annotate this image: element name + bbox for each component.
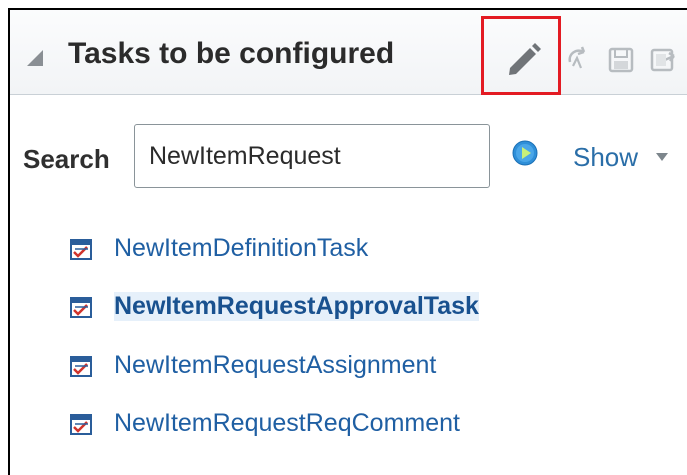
task-form-icon — [70, 239, 92, 260]
edit-highlight-box — [481, 16, 561, 95]
task-label: NewItemRequestAssignment — [114, 351, 437, 379]
search-input[interactable] — [134, 124, 490, 188]
task-label: NewItemDefinitionTask — [114, 234, 369, 262]
task-label: NewItemRequestReqComment — [114, 409, 460, 437]
search-label: Search — [23, 144, 110, 174]
collapse-triangle-icon[interactable] — [25, 48, 45, 68]
task-label: NewItemRequestApprovalTask — [114, 292, 479, 321]
task-form-icon — [70, 414, 92, 435]
export-icon[interactable] — [650, 46, 680, 74]
chevron-down-icon[interactable] — [655, 152, 669, 162]
panel-header: Tasks to be configured — [10, 10, 687, 95]
tasks-panel: Tasks to be configured Search Show — [8, 8, 687, 475]
go-search-icon[interactable] — [512, 140, 538, 166]
undo-icon[interactable] — [564, 44, 592, 72]
show-menu[interactable]: Show — [573, 142, 638, 173]
panel-title: Tasks to be configured — [68, 37, 395, 70]
save-icon[interactable] — [607, 46, 635, 74]
task-form-icon — [70, 356, 92, 377]
task-form-icon — [70, 297, 92, 318]
